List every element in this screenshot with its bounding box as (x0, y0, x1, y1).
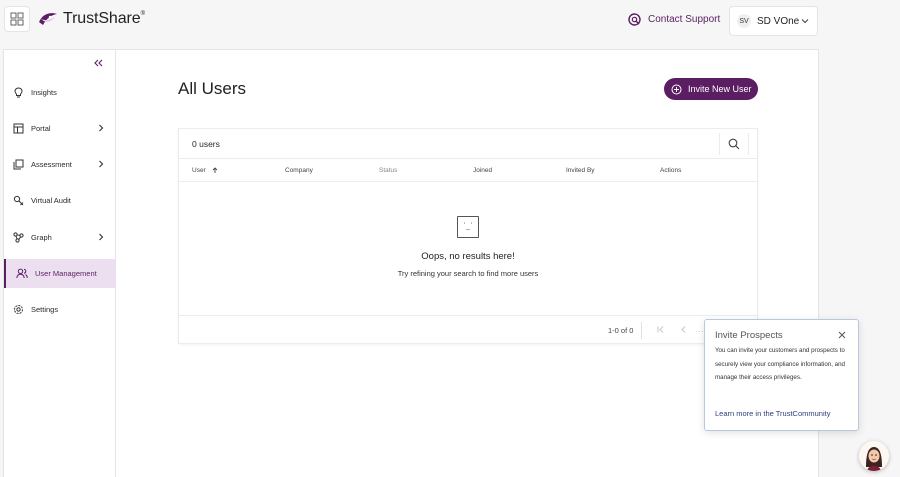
search-icon (728, 138, 740, 150)
trustshare-logo[interactable]: TrustShare ® (37, 10, 145, 28)
app-launcher-button[interactable] (4, 6, 30, 32)
pagination-divider (641, 322, 642, 339)
support-icon (628, 13, 641, 26)
user-menu-button[interactable]: SV SD VOne (729, 6, 818, 36)
sidebar-item-label: User Management (35, 269, 97, 278)
table-header: User Company Status Joined Invited By Ac… (179, 159, 757, 182)
assistant-avatar-icon (859, 441, 889, 471)
sidebar-item-insights[interactable]: Insights (4, 78, 116, 107)
first-page-icon[interactable] (656, 325, 665, 334)
sidebar: Insights Portal Assessment Virtual Audit… (4, 50, 116, 477)
column-header-label: User (192, 167, 206, 174)
sidebar-item-label: Graph (31, 233, 52, 242)
column-header-label: Invited By (566, 167, 595, 174)
chevron-right-icon (99, 124, 104, 132)
popover-body: You can invite your customers and prospe… (715, 347, 845, 381)
close-icon[interactable] (838, 331, 846, 339)
column-header-actions: Actions (660, 167, 681, 174)
sidebar-item-assessment[interactable]: Assessment (4, 150, 116, 179)
gear-icon (14, 305, 23, 314)
sidebar-item-user-management[interactable]: User Management (4, 259, 116, 288)
empty-state-icon: · · – (457, 216, 479, 238)
chevron-right-icon (99, 233, 104, 241)
sidebar-item-settings[interactable]: Settings (4, 295, 116, 324)
collapse-sidebar-icon[interactable] (93, 59, 103, 67)
graph-icon (13, 232, 24, 243)
top-bar: TrustShare ® Contact Support SV SD VOne (0, 0, 900, 44)
column-header-label: Status (379, 167, 398, 174)
assessment-icon (13, 159, 24, 170)
sidebar-item-label: Insights (31, 88, 57, 97)
user-count: 0 users (192, 139, 220, 149)
table-toolbar: 0 users (179, 129, 757, 159)
sidebar-item-label: Settings (31, 305, 59, 314)
invite-prospects-popover: Invite Prospects You can invite your cus… (704, 319, 859, 431)
contact-support-label: Contact Support (648, 14, 721, 25)
contact-support-link[interactable]: Contact Support (628, 13, 720, 26)
sidebar-item-label: Virtual Audit (31, 196, 71, 205)
previous-page-icon[interactable] (679, 325, 688, 334)
sort-ascending-icon (212, 167, 218, 173)
plus-circle-icon (671, 84, 682, 94)
chat-assistant-button[interactable] (859, 441, 889, 471)
sidebar-item-graph[interactable]: Graph (4, 223, 116, 252)
sidebar-item-label: Assessment (31, 160, 72, 169)
audit-icon (13, 195, 24, 206)
avatar: SV (737, 14, 751, 28)
empty-state-title: Oops, no results here! (421, 251, 515, 262)
users-table: 0 users User Company Status Joined Invit… (178, 128, 758, 344)
column-header-label: Joined (473, 167, 493, 174)
main-panel: Insights Portal Assessment Virtual Audit… (3, 49, 819, 477)
invite-new-user-button[interactable]: Invite New User (664, 78, 758, 100)
chevron-right-icon (99, 160, 104, 168)
users-icon (16, 268, 28, 279)
logo-mark-icon (39, 13, 57, 25)
search-button[interactable] (719, 133, 749, 155)
sidebar-item-virtual-audit[interactable]: Virtual Audit (4, 186, 116, 215)
grid-icon (10, 12, 24, 26)
logo-registered-mark: ® (140, 11, 145, 17)
invite-new-user-label: Invite New User (688, 84, 752, 94)
sidebar-item-portal[interactable]: Portal (4, 114, 116, 143)
pagination: 1-0 of 0 … (179, 315, 757, 344)
column-header-user[interactable]: User (192, 167, 219, 174)
bulb-icon (14, 87, 23, 98)
pagination-range: 1-0 of 0 (608, 326, 634, 335)
column-header-joined[interactable]: Joined (473, 167, 492, 174)
chevron-down-icon (801, 19, 809, 24)
popover-title: Invite Prospects (715, 330, 783, 341)
column-header-label: Actions (660, 167, 682, 174)
column-header-company[interactable]: Company (285, 167, 313, 174)
sidebar-item-label: Portal (31, 124, 51, 133)
column-header-label: Company (285, 167, 313, 174)
empty-state-subtitle: Try refining your search to find more us… (397, 269, 539, 278)
portal-icon (13, 123, 24, 134)
column-header-status[interactable]: Status (379, 167, 397, 174)
column-header-invited-by[interactable]: Invited By (566, 167, 595, 174)
user-name: SD VOne (757, 15, 800, 27)
logo-text: TrustShare (63, 10, 141, 27)
pagination-ellipsis: … (695, 324, 704, 334)
page-title: All Users (178, 79, 247, 98)
trustcommunity-link[interactable]: Learn more in the TrustCommunity (715, 409, 830, 418)
